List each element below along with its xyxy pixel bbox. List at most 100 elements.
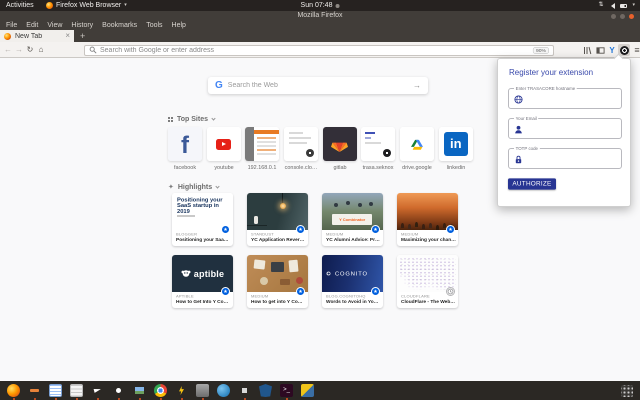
top-site-router[interactable]: 192.168.0.1 <box>245 127 280 170</box>
zoom-level-button[interactable]: 90% <box>532 46 549 54</box>
router-page-thumbnail <box>245 127 280 161</box>
menu-file[interactable]: File <box>6 21 17 30</box>
show-applications-button[interactable] <box>621 384 633 397</box>
app-menu-hamburger-button[interactable]: ≡ <box>631 44 640 56</box>
clock-label: Sun 07:48 <box>300 2 333 9</box>
hostname-field[interactable]: Enter TRASACORE hostname <box>508 86 622 109</box>
new-tab-button[interactable]: + <box>80 30 85 42</box>
card-title: Positioning your SaaS startup i… <box>176 237 231 243</box>
highlight-card[interactable]: ★ MEDIUM Maximizing your chances of ge… <box>397 193 458 246</box>
top-site-drive[interactable]: drive.google <box>400 127 435 170</box>
network-icon: ⇅ <box>598 2 604 8</box>
newtab-search[interactable]: G → <box>208 77 428 94</box>
url-input[interactable] <box>100 45 520 55</box>
activities-button[interactable]: Activities <box>6 0 34 11</box>
highlights-row-2: aptible ★ APTIBLE How to Get Into Y Comb… <box>172 255 458 308</box>
menu-bookmarks[interactable]: Bookmarks <box>102 21 137 30</box>
sidebar-button[interactable] <box>594 44 606 56</box>
search-submit-arrow-icon[interactable]: → <box>413 81 421 90</box>
close-window-button[interactable] <box>629 13 634 19</box>
authorize-button[interactable]: AUTHORIZE <box>508 178 556 190</box>
google-drive-icon <box>411 139 424 150</box>
menu-view[interactable]: View <box>47 21 62 30</box>
menu-help[interactable]: Help <box>172 21 186 30</box>
grid-icon <box>168 117 170 119</box>
url-bar[interactable]: 90% <box>84 44 554 56</box>
clock-button[interactable]: Sun 07:48 <box>301 0 340 11</box>
gear-icon <box>306 149 315 157</box>
window-title: Mozilla Firefox <box>297 12 343 19</box>
highlight-card[interactable]: aptible ★ APTIBLE How to Get Into Y Comb… <box>172 255 233 308</box>
dock-icon-network-shield[interactable] <box>259 384 272 397</box>
dock-icon-web-app[interactable] <box>217 384 230 397</box>
top-sites-label: Top Sites <box>177 116 208 123</box>
tab-new-tab[interactable]: New Tab × <box>0 30 74 42</box>
top-site-youtube[interactable]: youtube <box>206 127 241 170</box>
menu-edit[interactable]: Edit <box>26 21 38 30</box>
maximize-button[interactable] <box>620 13 625 19</box>
minimize-button[interactable] <box>611 13 616 19</box>
forward-button[interactable]: → <box>14 42 24 57</box>
library-button[interactable] <box>581 44 593 56</box>
highlights-icon: ✦ <box>168 184 174 191</box>
highlights-header[interactable]: ✦ Highlights <box>168 183 220 191</box>
top-sites-row: f facebook youtube 192.168.0.1 console.c… <box>168 127 473 170</box>
dock-icon-firefox[interactable] <box>7 384 20 397</box>
person-icon <box>515 125 522 134</box>
reload-button[interactable]: ↻ <box>25 42 35 57</box>
top-site-gitlab[interactable]: gitlab <box>322 127 357 170</box>
totp-field[interactable]: TOTP code <box>508 146 622 169</box>
top-site-console[interactable]: console.clo… <box>284 127 319 170</box>
console-page-thumbnail <box>284 127 319 161</box>
top-site-label: 192.168.0.1 <box>247 164 277 171</box>
lock-icon <box>515 155 522 164</box>
top-site-linkedin[interactable]: in linkedin <box>438 127 473 170</box>
trasa-logo-icon <box>383 149 392 157</box>
search-icon <box>89 46 97 54</box>
facebook-logo: f <box>168 127 202 161</box>
chevron-down-icon: ▾ <box>124 2 127 8</box>
newtab-search-input[interactable] <box>227 82 408 89</box>
email-field[interactable]: Your Email <box>508 116 622 139</box>
highlight-card[interactable]: Y Combinator ★ MEDIUM YC Alumni Advice: … <box>322 193 383 246</box>
email-field-label: Your Email <box>514 116 539 121</box>
ubuntu-top-panel: Activities Firefox Web Browser ▾ Sun 07:… <box>0 0 640 11</box>
card-title: YC Application Reverse Engine… <box>251 237 306 243</box>
dock-icon-text-editor[interactable] <box>49 384 62 397</box>
highlight-card[interactable]: Positioning your SaaS startup in 2019 ★ … <box>172 193 233 246</box>
dock-icon-chrome[interactable] <box>154 384 167 397</box>
highlight-card[interactable]: C COGNITO ★ BLOG.COGNITOHQ Words to Avoi… <box>322 255 383 308</box>
thumbnail-text: Positioning your SaaS startup in 2019 <box>177 196 223 215</box>
top-site-label: linkedin <box>446 164 466 171</box>
top-site-facebook[interactable]: f facebook <box>168 127 202 170</box>
dock-icon-terminal[interactable]: >_ <box>280 384 293 397</box>
trasa-extension-icon <box>619 45 629 55</box>
bookmark-star-icon: ★ <box>371 286 380 296</box>
card-title: Maximizing your chances of ge… <box>401 237 456 243</box>
bookmark-star-icon: ★ <box>371 224 380 234</box>
home-button[interactable]: ⌂ <box>36 42 46 57</box>
top-site-trasa[interactable]: trasa.seknox <box>361 127 396 170</box>
system-tray[interactable]: ⇅ ▾ <box>598 0 635 11</box>
menu-history[interactable]: History <box>71 21 93 30</box>
top-sites-header[interactable]: Top Sites <box>168 116 216 123</box>
tab-close-icon[interactable]: × <box>65 30 70 42</box>
dock-icon-password-keys[interactable] <box>301 384 314 397</box>
trasa-page-thumbnail <box>361 127 396 161</box>
dock-icon-document-viewer[interactable] <box>70 384 83 397</box>
menu-tools[interactable]: Tools <box>146 21 162 30</box>
bookmark-star-icon: ★ <box>446 224 455 234</box>
highlight-card[interactable]: ★ STANDUST YC Application Reverse Engine… <box>247 193 308 246</box>
card-title: How to Get Into Y Combinator … <box>176 299 232 305</box>
app-menu-button[interactable]: Firefox Web Browser ▾ <box>46 0 127 11</box>
hamburger-icon: ≡ <box>634 45 640 55</box>
top-site-label: console.clo… <box>284 164 318 171</box>
top-site-label: trasa.seknox <box>363 164 394 171</box>
dock: >_ <box>0 381 640 400</box>
back-button[interactable]: ← <box>3 42 13 57</box>
highlight-card[interactable]: CLOUDFLARE CloudFlare - The Web Perform… <box>397 255 458 308</box>
sidebar-icon <box>595 46 605 54</box>
y-extension-icon: Y <box>609 45 615 55</box>
highlight-card[interactable]: ★ MEDIUM How to get into Y Combinator … <box>247 255 308 308</box>
dock-icon-virtualbox[interactable] <box>196 384 209 397</box>
